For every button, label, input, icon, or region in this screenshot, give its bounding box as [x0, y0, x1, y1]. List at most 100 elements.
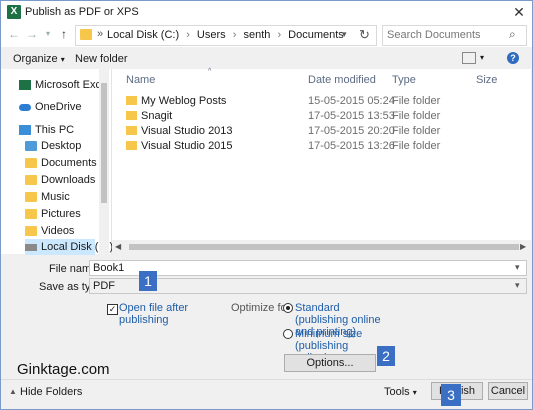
file-date: 17-05-2015 20:20	[308, 125, 395, 137]
column-header-date[interactable]: Date modified	[308, 74, 376, 86]
annotation-badge-2: 2	[377, 346, 395, 366]
sidebar-scrollbar[interactable]	[99, 69, 109, 254]
forward-icon[interactable]: →	[25, 26, 39, 42]
navigation-pane: Microsoft Excel OneDrive This PC Desktop…	[1, 69, 113, 255]
sidebar-item-label: OneDrive	[35, 101, 82, 113]
scroll-right-icon[interactable]: ▶	[520, 242, 526, 251]
minimum-size-radio[interactable]	[283, 329, 293, 339]
sidebar-item-documents[interactable]: Documents	[25, 155, 97, 171]
organize-button[interactable]: Organize ▾	[13, 53, 65, 65]
divider	[1, 379, 532, 380]
save-type-value: PDF	[93, 280, 115, 292]
disk-icon	[25, 243, 37, 251]
options-button[interactable]: Options...	[284, 354, 376, 372]
chevron-right-icon: ›	[186, 29, 190, 41]
chevron-right-icon: ›	[277, 29, 282, 41]
standard-radio[interactable]	[283, 303, 293, 313]
computer-icon	[19, 125, 31, 136]
file-type: File folder	[392, 125, 441, 137]
close-icon[interactable]: ✕	[512, 5, 526, 19]
file-type: File folder	[392, 110, 441, 122]
title-bar: X Publish as PDF or XPS ✕	[1, 1, 532, 23]
search-box[interactable]: Search Documents ⌕	[382, 25, 527, 46]
file-name: My Weblog Posts	[141, 95, 227, 107]
folder-icon	[25, 226, 37, 237]
folder-icon	[126, 96, 137, 105]
sidebar-item-label: Videos	[41, 225, 75, 237]
sidebar-item-videos[interactable]: Videos	[25, 223, 74, 239]
table-row[interactable]: My Weblog Posts 15-05-2015 05:24 File fo…	[126, 93, 516, 109]
new-folder-button[interactable]: New folder	[75, 53, 128, 65]
breadcrumb-item[interactable]: senth	[243, 29, 270, 41]
view-options-icon[interactable]	[462, 52, 476, 64]
overflow-chevron[interactable]: »	[97, 28, 103, 40]
column-header-name[interactable]: Name	[126, 74, 155, 86]
back-icon[interactable]: ←	[7, 26, 21, 42]
search-icon[interactable]: ⌕	[509, 27, 516, 42]
sidebar-item-label: Music	[41, 191, 70, 203]
chevron-down-icon: ▾	[60, 55, 65, 64]
open-after-label[interactable]: Open file after publishing	[119, 302, 189, 326]
sidebar-item-desktop[interactable]: Desktop	[25, 138, 81, 154]
chevron-down-icon[interactable]: ▾	[515, 262, 520, 273]
file-name: Visual Studio 2015	[141, 140, 233, 152]
sidebar-item-music[interactable]: Music	[25, 189, 70, 205]
folder-icon	[25, 158, 37, 169]
column-header-size[interactable]: Size	[476, 74, 497, 86]
annotation-badge-3: 3	[441, 384, 461, 406]
cancel-button[interactable]: Cancel	[488, 382, 528, 400]
address-bar[interactable]: » Local Disk (C:) › Users › senth › Docu…	[75, 25, 377, 46]
sidebar-item-this-pc[interactable]: This PC	[19, 122, 74, 138]
sidebar-item-local-disk[interactable]: Local Disk (C:)	[25, 239, 113, 255]
scrollbar-thumb[interactable]	[129, 244, 519, 250]
help-icon[interactable]: ?	[507, 52, 519, 64]
folder-icon	[25, 141, 37, 152]
excel-icon	[19, 80, 31, 91]
chevron-down-icon[interactable]: ▾	[515, 280, 520, 291]
file-type: File folder	[392, 95, 441, 107]
breadcrumb-item[interactable]: Users	[197, 29, 226, 41]
scroll-left-icon[interactable]: ◀	[115, 242, 121, 251]
sidebar-item-label: Downloads	[41, 174, 96, 186]
refresh-icon[interactable]: ↻	[359, 27, 370, 43]
file-name: Snagit	[141, 110, 173, 122]
table-row[interactable]: Visual Studio 2015 17-05-2015 13:26 File…	[126, 138, 516, 154]
horizontal-scrollbar[interactable]: ◀ ▶	[112, 240, 531, 254]
column-header-type[interactable]: Type	[392, 74, 416, 86]
table-row[interactable]: Snagit 17-05-2015 13:53 File folder	[126, 108, 516, 124]
file-date: 17-05-2015 13:26	[308, 140, 395, 152]
chevron-up-icon[interactable]: ▲	[9, 387, 17, 396]
chevron-down-icon[interactable]: ▾	[480, 53, 484, 62]
sidebar-item-label: This PC	[35, 124, 75, 136]
chevron-right-icon: ›	[232, 29, 237, 41]
recent-dropdown-icon[interactable]: ▾	[41, 26, 55, 42]
file-name-value: Book1	[93, 262, 125, 274]
sidebar-item-pictures[interactable]: Pictures	[25, 206, 81, 222]
sidebar-item-downloads[interactable]: Downloads	[25, 172, 95, 188]
sidebar-item-onedrive[interactable]: OneDrive	[19, 99, 81, 115]
organize-label: Organize	[13, 53, 58, 65]
tools-button[interactable]: Tools ▾	[384, 386, 417, 398]
file-date: 17-05-2015 13:53	[308, 110, 395, 122]
folder-icon	[25, 192, 37, 203]
tools-label: Tools	[384, 386, 410, 398]
file-type: File folder	[392, 140, 441, 152]
scrollbar-thumb[interactable]	[101, 83, 107, 203]
sidebar-item-excel[interactable]: Microsoft Excel	[19, 77, 110, 93]
folder-icon	[25, 175, 37, 186]
breadcrumb-item[interactable]: Local Disk (C:)	[107, 29, 179, 41]
chevron-down-icon[interactable]: ▾	[342, 29, 347, 40]
breadcrumb-item[interactable]: Documents	[288, 29, 344, 41]
toolbar: Organize ▾ New folder ▾ ?	[1, 49, 532, 69]
sidebar-item-label: Pictures	[41, 208, 81, 220]
sidebar-item-label: Desktop	[41, 140, 82, 152]
annotation-badge-1: 1	[139, 271, 157, 291]
hide-folders-button[interactable]: Hide Folders	[20, 386, 82, 398]
search-input[interactable]: Search Documents	[387, 29, 481, 41]
open-after-checkbox[interactable]: ✓	[107, 304, 118, 315]
folder-icon	[126, 141, 137, 150]
sort-ascending-icon: ^	[208, 68, 212, 75]
up-icon[interactable]: ↑	[57, 26, 71, 42]
table-row[interactable]: Visual Studio 2013 17-05-2015 20:20 File…	[126, 123, 516, 139]
sidebar-item-label: Documents	[41, 157, 97, 169]
